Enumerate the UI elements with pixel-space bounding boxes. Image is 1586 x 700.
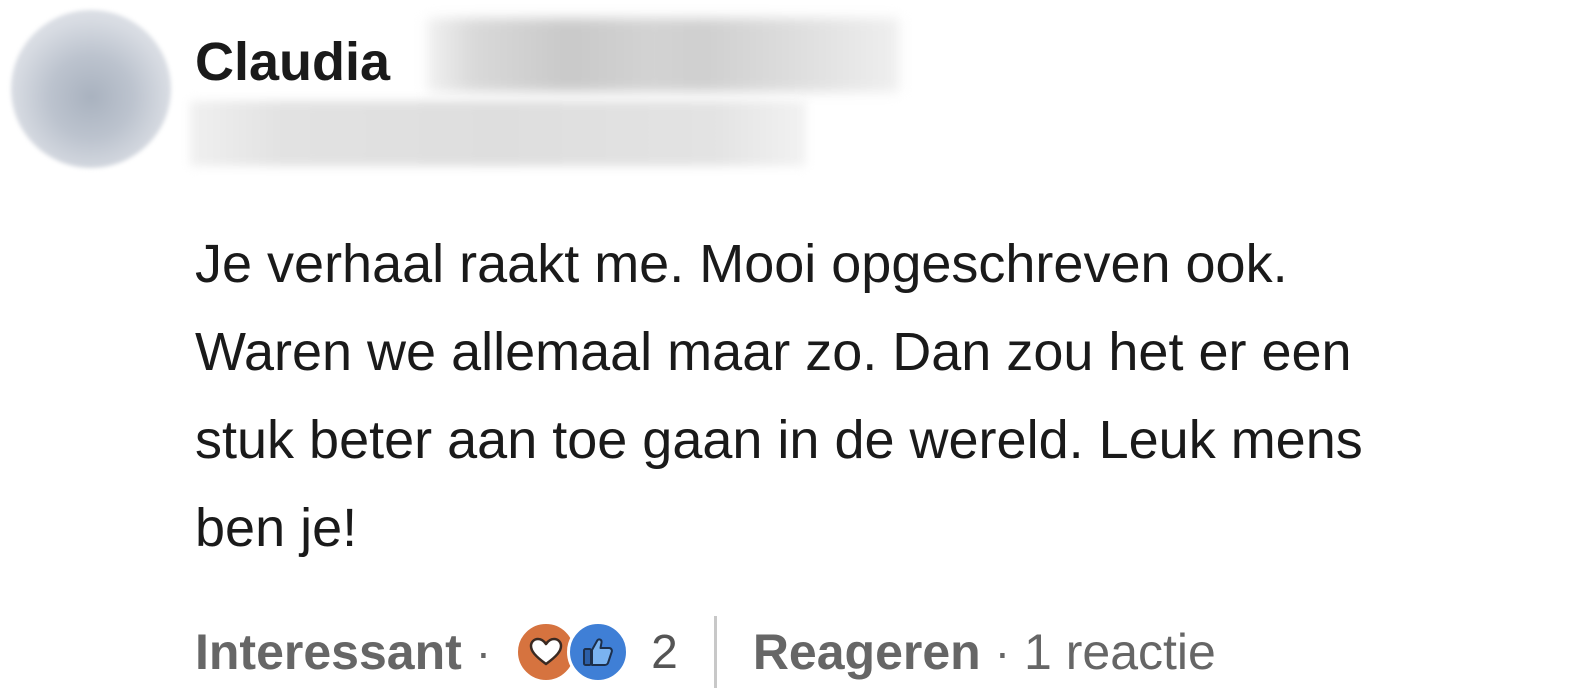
action-divider	[713, 616, 717, 688]
separator-dot: ·	[475, 626, 492, 678]
avatar[interactable]	[11, 10, 171, 168]
author-name[interactable]: Claudia	[195, 24, 390, 100]
reactions-summary[interactable]: 2	[515, 621, 678, 683]
reaction-count: 2	[651, 625, 678, 679]
separator-dot: ·	[994, 626, 1011, 678]
comment-text: Je verhaal raakt me. Mooi opgeschreven o…	[195, 220, 1580, 572]
thumbs-up-icon	[567, 621, 630, 683]
reply-count-link[interactable]: 1 reactie	[1024, 623, 1216, 681]
comment-line: Waren we allemaal maar zo. Dan zou het e…	[195, 322, 1352, 382]
comment-line: Je verhaal raakt me. Mooi opgeschreven o…	[195, 234, 1288, 294]
comment-line: ben je!	[195, 498, 358, 558]
comment-card: Claudia Je verhaal raakt me. Mooi opgesc…	[0, 0, 1586, 700]
redacted-headline	[190, 101, 806, 166]
comment-actions: Interessant · 2 Reageren · 1 reactie	[195, 612, 1216, 692]
redacted-surname	[427, 18, 899, 92]
interesting-button[interactable]: Interessant	[195, 623, 462, 681]
reply-button[interactable]: Reageren	[753, 623, 981, 681]
comment-line: stuk beter aan toe gaan in de wereld. Le…	[195, 410, 1363, 470]
